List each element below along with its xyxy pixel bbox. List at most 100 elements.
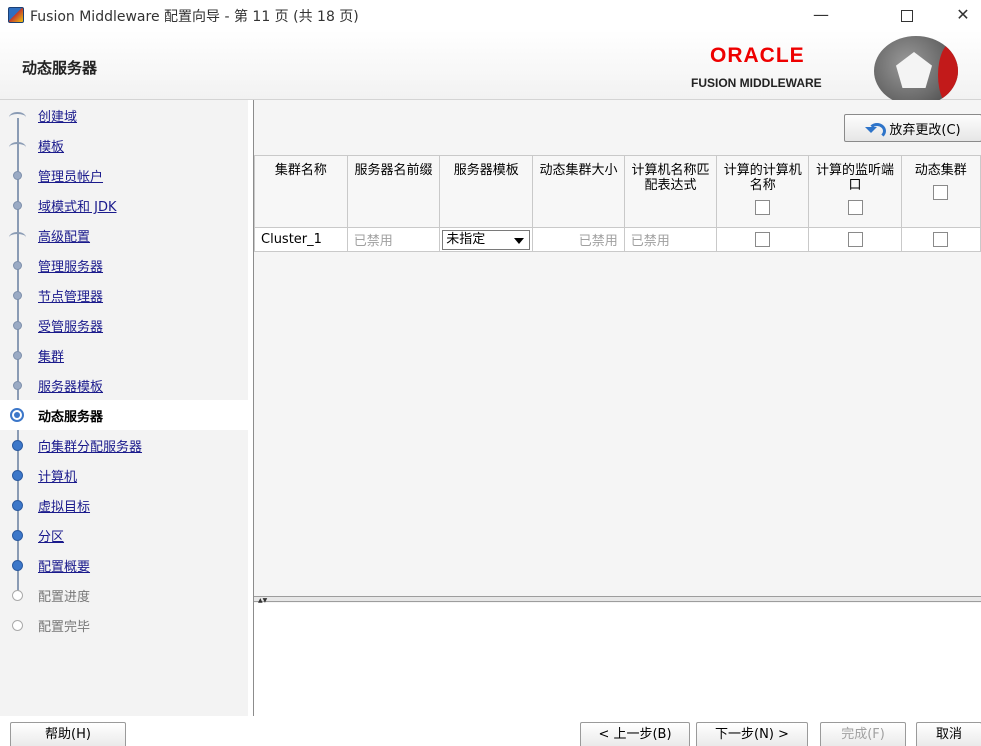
sidebar-step-item: 配置进度 — [0, 580, 248, 610]
calculated-machine-checkbox[interactable] — [755, 232, 771, 247]
select-all-calculated-port-checkbox[interactable] — [847, 200, 863, 215]
oracle-logo: ORACLE — [710, 44, 805, 67]
select-all-dynamic-cluster-checkbox[interactable] — [933, 185, 949, 200]
sidebar-step-item[interactable]: 管理员帐户 — [0, 160, 248, 190]
step-indicator-icon — [13, 201, 22, 210]
cell-calculated-machine[interactable] — [716, 227, 810, 252]
server-template-value: 未指定 — [446, 231, 486, 247]
sidebar-step-label: 创建域 — [38, 110, 78, 125]
sidebar-step-item[interactable]: 分区 — [0, 520, 248, 550]
discard-changes-label: 放弃更改(C) — [889, 122, 961, 138]
pane-splitter[interactable]: ▲▼ — [254, 596, 981, 604]
dynamic-cluster-checkbox[interactable] — [933, 232, 949, 247]
sidebar-step-item[interactable]: 集群 — [0, 340, 248, 370]
cell-calculated-port[interactable] — [808, 227, 902, 252]
help-button[interactable]: 帮助(H) — [10, 722, 126, 746]
sidebar-step-label: 域模式和 JDK — [38, 200, 117, 215]
sidebar-step-item[interactable]: 高级配置 — [0, 220, 248, 250]
step-indicator-icon — [12, 440, 23, 451]
sidebar-step-item[interactable]: 创建域 — [0, 100, 248, 130]
window-title: Fusion Middleware 配置向导 - 第 11 页 (共 18 页) — [30, 9, 359, 25]
minimize-button[interactable]: — — [798, 0, 844, 30]
sidebar-step-item[interactable]: 节点管理器 — [0, 280, 248, 310]
page-header: 动态服务器 ORACLE FUSION MIDDLEWARE — [0, 30, 981, 106]
server-template-dropdown[interactable]: 未指定 — [442, 229, 531, 250]
step-indicator-icon — [13, 381, 22, 390]
dropdown-arrow-icon — [514, 237, 525, 244]
sidebar-step-item[interactable]: 管理服务器 — [0, 250, 248, 280]
sidebar-step-label: 管理服务器 — [38, 260, 104, 275]
sidebar-step-item[interactable]: 计算机 — [0, 460, 248, 490]
step-indicator-icon — [13, 321, 22, 330]
sidebar-step-label: 虚拟目标 — [38, 500, 91, 515]
content-panel: 放弃更改(C) 集群名称 服务器名前缀 服务器模板 动态集群大小 计算机名称匹配… — [253, 100, 981, 716]
sidebar-step-item[interactable]: 域模式和 JDK — [0, 190, 248, 220]
sidebar-step-label: 节点管理器 — [38, 290, 104, 305]
discard-changes-button[interactable]: 放弃更改(C) — [844, 114, 981, 142]
cell-cluster-size: 已禁用 — [532, 227, 625, 252]
step-indicator-icon — [12, 530, 23, 541]
sidebar-step-item[interactable]: 配置概要 — [0, 550, 248, 580]
message-pane — [254, 603, 981, 716]
sidebar-step-label: 集群 — [38, 350, 65, 365]
step-indicator-icon — [9, 110, 26, 121]
select-all-calculated-machine-checkbox[interactable] — [755, 200, 771, 215]
step-indicator-icon — [10, 408, 24, 422]
sidebar-step-label: 配置完毕 — [38, 620, 91, 635]
step-indicator-icon — [9, 230, 26, 241]
sidebar-step-item[interactable]: 模板 — [0, 130, 248, 160]
fusion-middleware-emblem-icon — [874, 36, 958, 106]
table-row[interactable]: Cluster_1 已禁用 未指定 已禁用 已禁用 — [254, 227, 981, 252]
next-button[interactable]: 下一步(N) > — [696, 722, 808, 746]
step-indicator-icon — [13, 171, 22, 180]
step-indicator-icon — [12, 620, 23, 631]
cell-dynamic-cluster[interactable] — [900, 227, 981, 252]
maximize-button[interactable] — [884, 0, 930, 30]
window-title-bar: Fusion Middleware 配置向导 - 第 11 页 (共 18 页)… — [0, 0, 981, 30]
sidebar-step-label: 受管服务器 — [38, 320, 104, 335]
close-button[interactable]: ✕ — [940, 0, 981, 30]
sidebar-step-label: 高级配置 — [38, 230, 91, 245]
sidebar-step-item[interactable]: 动态服务器 — [0, 400, 248, 430]
col-cluster-name[interactable]: 集群名称 — [254, 155, 348, 228]
step-indicator-icon — [12, 500, 23, 511]
sidebar-step-item[interactable]: 向集群分配服务器 — [0, 430, 248, 460]
cancel-button[interactable]: 取消 — [916, 722, 981, 746]
col-calculated-machine-names[interactable]: 计算的计算机名称 — [716, 155, 810, 228]
finish-button[interactable]: 完成(F) — [820, 722, 906, 746]
step-indicator-icon — [13, 291, 22, 300]
undo-icon — [865, 121, 887, 139]
col-machine-name-expression[interactable]: 计算机名称匹配表达式 — [623, 155, 718, 228]
sidebar-step-item[interactable]: 服务器模板 — [0, 370, 248, 400]
wizard-step-sidebar: 创建域模板管理员帐户域模式和 JDK 高级配置管理服务器节点管理器受管服务器集群服… — [0, 100, 248, 716]
sidebar-step-label: 管理员帐户 — [38, 170, 104, 185]
col-dynamic-cluster-size[interactable]: 动态集群大小 — [532, 155, 625, 228]
cell-cluster-name[interactable]: Cluster_1 — [254, 227, 348, 252]
fusion-middleware-logo-text: FUSION MIDDLEWARE — [691, 76, 822, 90]
step-indicator-icon — [12, 590, 23, 601]
sidebar-step-item[interactable]: 虚拟目标 — [0, 490, 248, 520]
step-indicator-icon — [13, 351, 22, 360]
col-dynamic-cluster[interactable]: 动态集群 — [900, 155, 981, 228]
sidebar-step-label: 向集群分配服务器 — [38, 440, 143, 455]
cell-machine-expression: 已禁用 — [623, 227, 718, 252]
step-indicator-icon — [13, 261, 22, 270]
col-server-name-prefix[interactable]: 服务器名前缀 — [346, 155, 441, 228]
wizard-footer: 帮助(H) < 上一步(B) 下一步(N) > 完成(F) 取消 — [0, 716, 981, 746]
calculated-port-checkbox[interactable] — [847, 232, 863, 247]
sidebar-step-item[interactable]: 受管服务器 — [0, 310, 248, 340]
col-calculated-listen-ports[interactable]: 计算的监听端口 — [808, 155, 902, 228]
maximize-icon — [901, 9, 913, 22]
col-server-template[interactable]: 服务器模板 — [439, 155, 534, 228]
app-icon — [8, 7, 24, 23]
sidebar-step-label: 服务器模板 — [38, 380, 104, 395]
step-indicator-icon — [12, 560, 23, 571]
cell-server-template[interactable]: 未指定 — [439, 227, 534, 252]
step-indicator-icon — [12, 470, 23, 481]
step-indicator-icon — [9, 140, 26, 151]
back-button[interactable]: < 上一步(B) — [580, 722, 690, 746]
sidebar-step-item: 配置完毕 — [0, 610, 248, 640]
sidebar-step-label: 计算机 — [38, 470, 78, 485]
page-title: 动态服务器 — [22, 59, 98, 77]
sidebar-step-label: 分区 — [38, 530, 65, 545]
